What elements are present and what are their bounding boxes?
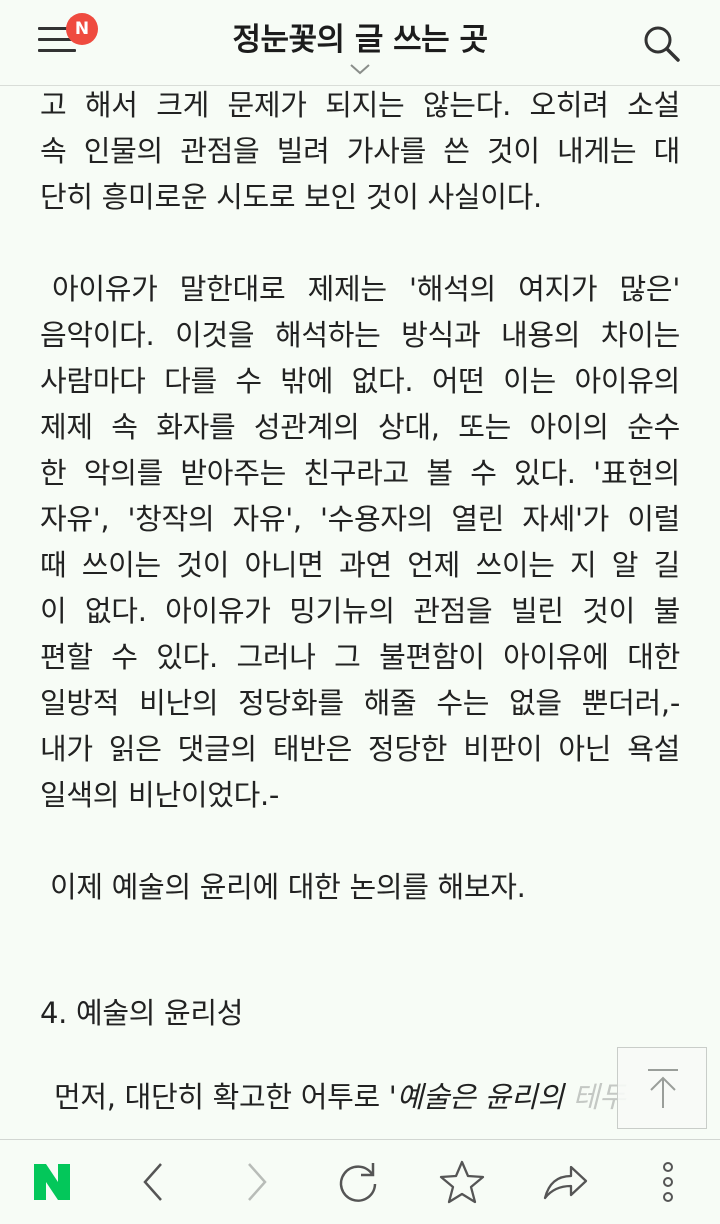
share-arrow-icon	[543, 1165, 588, 1200]
bottom-toolbar	[0, 1139, 720, 1223]
article-text-line: 때 쓰이는 것이 아니면 과연 언제 쓰이는 지 알 길	[40, 548, 680, 582]
notification-badge[interactable]: N	[66, 13, 98, 45]
article-text-line: 단히 흥미로운 시도로 보인 것이 사실이다.	[40, 180, 542, 214]
naver-n-logo-icon	[34, 1164, 70, 1200]
star-bookmark-icon	[439, 1160, 485, 1204]
article-text-line: 제제 속 화자를 성관계의 상대, 또는 아이의 순수	[40, 410, 680, 444]
refresh-button[interactable]	[318, 1140, 398, 1224]
article-text-italic: '예술은 윤리의	[388, 1080, 573, 1114]
article-text-line: 자유', '창작의 자유', '수용자의 열린 자세'가 이럴	[40, 502, 680, 536]
page-title[interactable]: 정눈꽃의 글 쓰는 곳	[160, 18, 560, 62]
article-text-line: 아이유가 말한대로 제제는 '해석의 여지가 많은'	[52, 272, 680, 306]
article-text-line: 이제 예술의 윤리에 대한 논의를 해보자.	[50, 870, 526, 904]
article-text-plain: 먼저, 대단히 확고한 어투로	[54, 1080, 389, 1114]
bookmark-button[interactable]	[422, 1140, 502, 1224]
forward-chevron-icon	[248, 1163, 267, 1201]
section-heading: 4. 예술의 윤리성	[40, 996, 244, 1030]
search-icon	[644, 26, 680, 62]
article-body: 고 해서 크게 문제가 되지는 않는다. 오히려 소설 속 인물의 관점을 빌려…	[40, 86, 680, 1139]
article-text-line: 한 악의를 받아주는 친구라고 볼 수 있다. '표현의	[40, 456, 680, 490]
article-text-line: 편할 수 있다. 그러나 그 불편함이 아이유에 대한	[40, 640, 680, 674]
share-button[interactable]	[525, 1140, 605, 1224]
article-text-line: 일색의 비난이었다.-	[40, 778, 280, 812]
article-text-line: 고 해서 크게 문제가 되지는 않는다. 오히려 소설	[40, 88, 680, 122]
article-text-line: 사람마다 다를 수 밖에 없다. 어떤 이는 아이유의	[40, 364, 680, 398]
back-chevron-icon	[143, 1163, 162, 1201]
search-button[interactable]	[640, 22, 684, 66]
article-text-line: 먼저, 대단히 확고한 어투로 '예술은 윤리의 테두	[40, 1074, 680, 1120]
article-text-line: 일방적 비난의 정당화를 해줄 수는 없을 뿐더러,-	[40, 686, 680, 720]
back-button[interactable]	[114, 1140, 194, 1224]
article-text-line: 이 없다. 아이유가 밍기뉴의 관점을 빌린 것이 불	[40, 594, 680, 628]
top-app-bar: N 정눈꽃의 글 쓰는 곳	[0, 0, 720, 86]
more-vertical-icon	[663, 1162, 673, 1202]
naver-home-button[interactable]	[12, 1140, 92, 1224]
more-options-button[interactable]	[628, 1140, 708, 1224]
refresh-icon	[339, 1163, 377, 1202]
article-text-line: 내가 읽은 댓글의 태반은 정당한 비판이 아닌 욕설	[40, 732, 680, 766]
article-text-line: 음악이다. 이것을 해석하는 방식과 내용의 차이는	[40, 318, 680, 352]
hamburger-menu-icon-bar	[38, 49, 76, 52]
scroll-to-top-button[interactable]	[617, 1047, 707, 1129]
arrow-up-to-top-icon	[648, 1069, 678, 1108]
forward-button[interactable]	[216, 1140, 296, 1224]
chevron-down-icon[interactable]	[348, 62, 372, 76]
article-text-line: 속 인물의 관점을 빌려 가사를 쓴 것이 내게는 대	[40, 134, 680, 168]
